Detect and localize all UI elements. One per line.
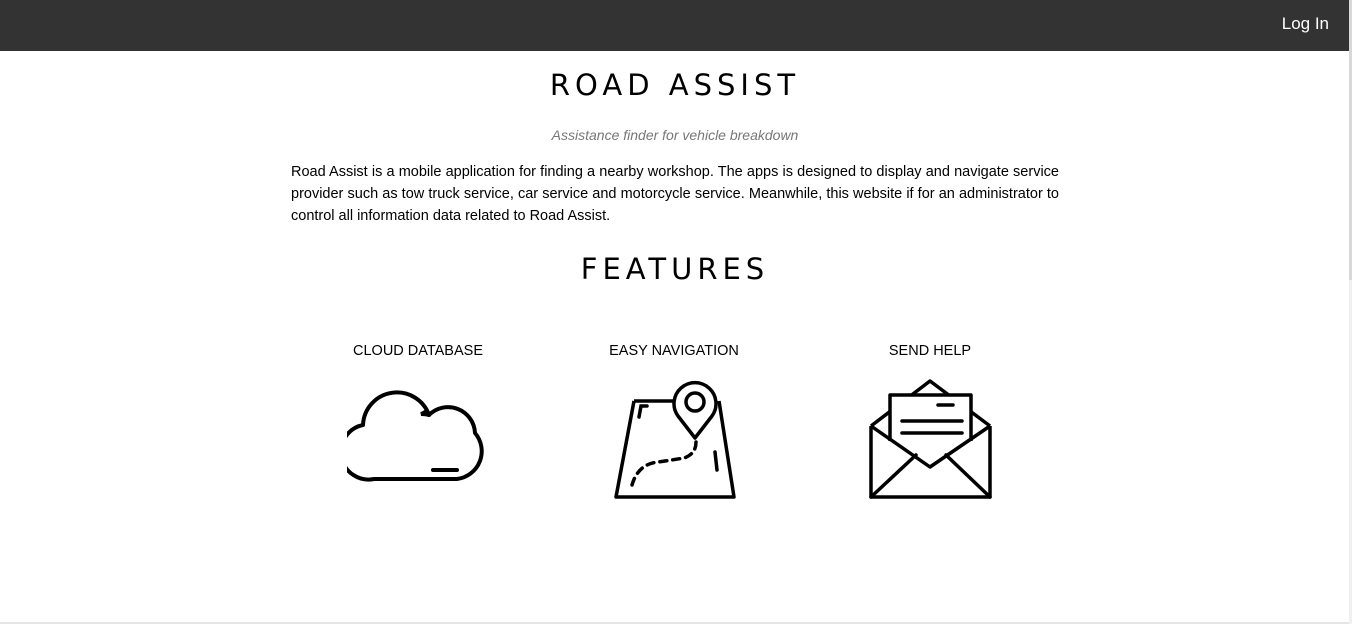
page-title: ROAD ASSIST <box>549 68 801 102</box>
envelope-icon <box>869 379 992 499</box>
page-subtitle: Assistance finder for vehicle breakdown <box>551 127 799 143</box>
app-description: Road Assist is a mobile application for … <box>291 164 1059 224</box>
feature-label: EASY NAVIGATION <box>609 343 739 359</box>
features-heading: FEATURES <box>580 252 770 286</box>
main-content: ROAD ASSIST Assistance finder for vehicl… <box>291 51 1059 289</box>
top-navigation-bar: Log In <box>0 0 1349 51</box>
feature-send-help: SEND HELP <box>830 342 1030 502</box>
feature-cloud-database: CLOUD DATABASE <box>318 342 518 482</box>
feature-label: CLOUD DATABASE <box>353 343 483 359</box>
feature-easy-navigation: EASY NAVIGATION <box>574 342 774 502</box>
cloud-icon <box>347 390 484 482</box>
login-link[interactable]: Log In <box>1282 14 1329 34</box>
map-pin-icon <box>614 381 736 499</box>
feature-label: SEND HELP <box>888 343 972 359</box>
